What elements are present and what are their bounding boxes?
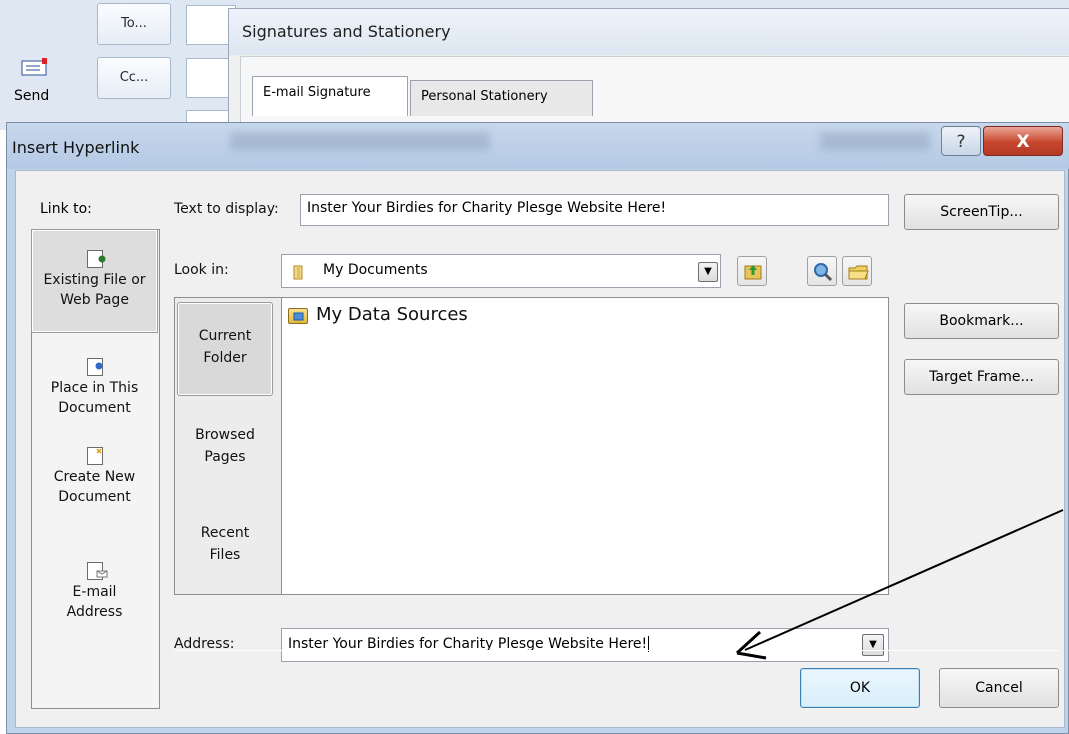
annotation-arrow: [735, 509, 1064, 660]
